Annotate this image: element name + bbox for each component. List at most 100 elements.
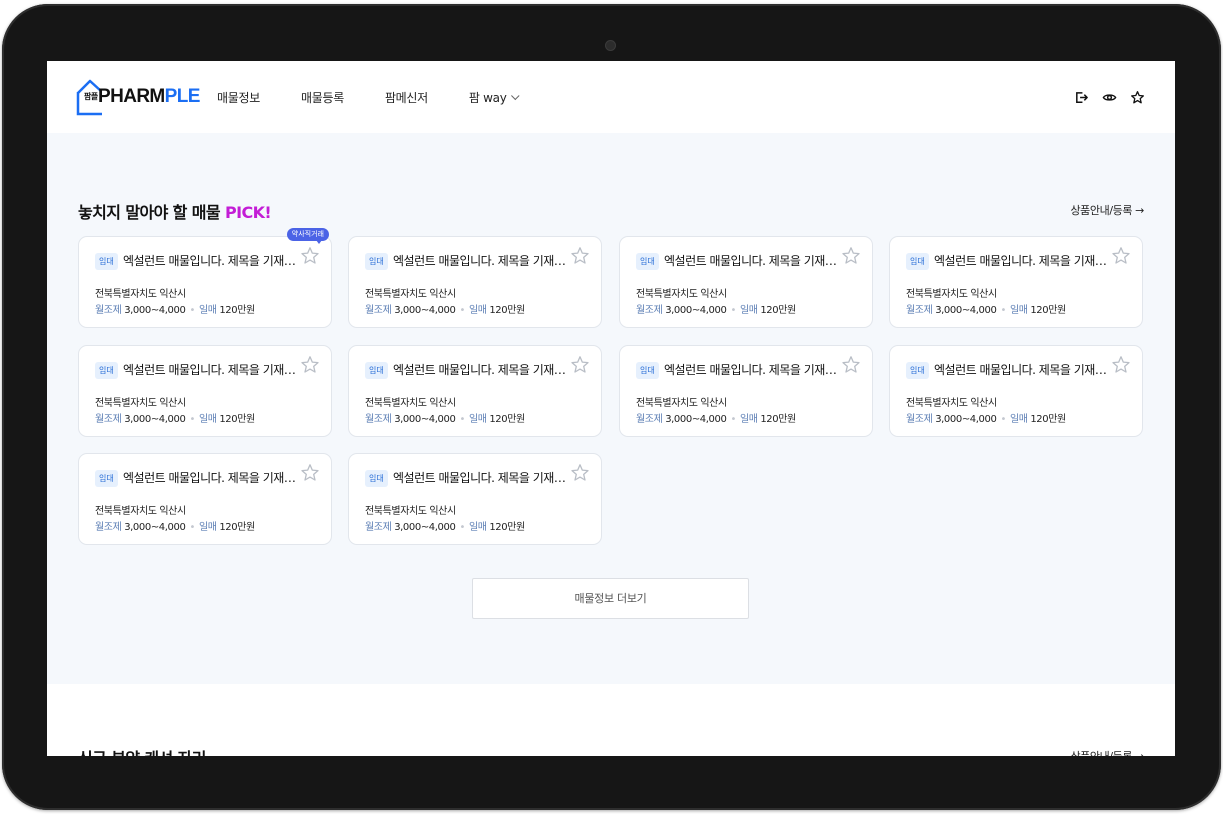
rent-value: 3,000~4,000 <box>394 522 456 533</box>
listing-title: 엑설런트 매물입니다. 제목을 기재해주세요 <box>123 254 299 268</box>
logout-icon[interactable] <box>1074 90 1089 105</box>
listing-card[interactable]: 임대 엑설런트 매물입니다. 제목을 기재해주세요전북특별자치도 익산시월조제 3… <box>889 236 1143 328</box>
favorite-star-icon[interactable] <box>1111 246 1131 266</box>
listing-location: 전북특별자치도 익산시 <box>95 289 186 300</box>
sale-label: 일매 <box>739 305 758 316</box>
main-nav: 매물정보 매물등록 팜메신저 팜 way <box>217 89 560 106</box>
listing-type-tag: 임대 <box>95 253 118 270</box>
favorite-star-icon[interactable] <box>841 355 861 375</box>
listing-card[interactable]: 임대 엑설런트 매물입니다. 제목을 기재해주세요전북특별자치도 익산시월조제 3… <box>348 236 602 328</box>
listing-title: 엑설런트 매물입니다. 제목을 기재해주세요 <box>664 254 840 268</box>
listing-price: 월조제 3,000~4,000 • 일매 120만원 <box>365 410 525 425</box>
listing-type-tag: 임대 <box>906 362 929 379</box>
listing-title: 엑설런트 매물입니다. 제목을 기재해주세요 <box>664 363 840 377</box>
sale-label: 일매 <box>198 414 217 425</box>
rent-label: 월조제 <box>365 414 392 425</box>
sale-value: 120만원 <box>1030 414 1066 425</box>
sale-label: 일매 <box>468 305 487 316</box>
nav-listings[interactable]: 매물정보 <box>217 89 260 106</box>
rent-label: 월조제 <box>636 414 663 425</box>
listing-type-tag: 임대 <box>636 253 659 270</box>
rent-label: 월조제 <box>365 522 392 533</box>
rent-label: 월조제 <box>636 305 663 316</box>
separator-dot: • <box>189 522 195 533</box>
listing-price: 월조제 3,000~4,000 • 일매 120만원 <box>365 301 525 316</box>
listing-price: 월조제 3,000~4,000 • 일매 120만원 <box>906 410 1066 425</box>
listing-card[interactable]: 임대 엑설런트 매물입니다. 제목을 기재해주세요전북특별자치도 익산시월조제 3… <box>78 228 332 328</box>
listing-title: 엑설런트 매물입니다. 제목을 기재해주세요 <box>393 363 569 377</box>
separator-dot: • <box>189 305 195 316</box>
listing-price: 월조제 3,000~4,000 • 일매 120만원 <box>365 518 525 533</box>
favorite-star-icon[interactable] <box>300 355 320 375</box>
listing-type-tag: 임대 <box>365 253 388 270</box>
header-actions <box>1074 90 1145 105</box>
rent-value: 3,000~4,000 <box>935 305 997 316</box>
listing-price: 월조제 3,000~4,000 • 일매 120만원 <box>636 301 796 316</box>
nav-pharm-way[interactable]: 팜 way <box>468 89 520 106</box>
sale-value: 120만원 <box>1030 305 1066 316</box>
listing-card[interactable]: 임대 엑설런트 매물입니다. 제목을 기재해주세요전북특별자치도 익산시월조제 3… <box>889 345 1143 437</box>
listing-type-tag: 임대 <box>95 362 118 379</box>
favorite-star-icon[interactable] <box>570 355 590 375</box>
listing-location: 전북특별자치도 익산시 <box>636 398 727 409</box>
listing-card[interactable]: 임대 엑설런트 매물입니다. 제목을 기재해주세요전북특별자치도 익산시월조제 3… <box>78 345 332 437</box>
listing-type-tag: 임대 <box>365 362 388 379</box>
sale-value: 120만원 <box>760 414 796 425</box>
sale-label: 일매 <box>1009 414 1028 425</box>
listing-title: 엑설런트 매물입니다. 제목을 기재해주세요 <box>123 471 299 485</box>
direct-deal-badge: 약사직거래 <box>286 228 329 244</box>
listing-card[interactable]: 임대 엑설런트 매물입니다. 제목을 기재해주세요전북특별자치도 익산시월조제 3… <box>619 345 873 437</box>
nav-register[interactable]: 매물등록 <box>301 89 344 106</box>
rent-value: 3,000~4,000 <box>394 305 456 316</box>
favorite-star-icon[interactable] <box>300 463 320 483</box>
favorite-star-icon[interactable] <box>1111 355 1131 375</box>
listing-card[interactable]: 임대 엑설런트 매물입니다. 제목을 기재해주세요전북특별자치도 익산시월조제 3… <box>348 453 602 545</box>
more-listings-button[interactable]: 매물정보 더보기 <box>472 578 749 619</box>
listing-card[interactable]: 임대 엑설런트 매물입니다. 제목을 기재해주세요전북특별자치도 익산시월조제 3… <box>348 345 602 437</box>
listing-title: 엑설런트 매물입니다. 제목을 기재해주세요 <box>393 471 569 485</box>
favorite-star-icon[interactable] <box>841 246 861 266</box>
star-icon[interactable] <box>1130 90 1145 105</box>
listing-location: 전북특별자치도 익산시 <box>906 289 997 300</box>
product-guide-link[interactable]: 상품안내/등록 → <box>1070 202 1144 218</box>
listing-price: 월조제 3,000~4,000 • 일매 120만원 <box>95 518 255 533</box>
nav-label: 팜 way <box>468 91 507 105</box>
sale-value: 120만원 <box>489 414 525 425</box>
sale-label: 일매 <box>198 522 217 533</box>
listing-type-tag: 임대 <box>365 470 388 487</box>
favorite-star-icon[interactable] <box>300 246 320 266</box>
nav-label: 매물등록 <box>300 91 344 105</box>
rent-label: 월조제 <box>95 522 122 533</box>
eye-icon[interactable] <box>1102 90 1117 105</box>
sale-value: 120만원 <box>760 305 796 316</box>
logo-wordmark: PHARMPLE <box>98 86 200 108</box>
separator-dot: • <box>730 414 736 425</box>
listing-card[interactable]: 임대 엑설런트 매물입니다. 제목을 기재해주세요전북특별자치도 익산시월조제 3… <box>619 236 873 328</box>
sale-value: 120만원 <box>219 305 255 316</box>
nav-messenger[interactable]: 팜메신저 <box>385 89 428 106</box>
rent-value: 3,000~4,000 <box>665 414 727 425</box>
favorite-star-icon[interactable] <box>570 246 590 266</box>
logo[interactable]: 팜플 PHARMPLE <box>76 77 200 117</box>
next-section-link[interactable]: 상품안내/등록 → <box>1070 748 1144 756</box>
rent-label: 월조제 <box>95 414 122 425</box>
favorite-star-icon[interactable] <box>570 463 590 483</box>
listing-card[interactable]: 임대 엑설런트 매물입니다. 제목을 기재해주세요전북특별자치도 익산시월조제 3… <box>78 453 332 545</box>
logo-korean-text: 팜플 <box>84 92 98 101</box>
rent-value: 3,000~4,000 <box>124 305 186 316</box>
logo-wordmark-accent: PLE <box>164 86 201 107</box>
rent-label: 월조제 <box>365 305 392 316</box>
listing-price: 월조제 3,000~4,000 • 일매 120만원 <box>95 301 255 316</box>
camera-dot <box>605 40 616 51</box>
listing-type-tag: 임대 <box>906 253 929 270</box>
rent-value: 3,000~4,000 <box>935 414 997 425</box>
rent-value: 3,000~4,000 <box>665 305 727 316</box>
rent-value: 3,000~4,000 <box>124 414 186 425</box>
listing-location: 전북특별자치도 익산시 <box>95 506 186 517</box>
sale-value: 120만원 <box>489 522 525 533</box>
section-title-accent: PICK! <box>224 203 272 222</box>
listing-location: 전북특별자치도 익산시 <box>365 289 456 300</box>
listing-location: 전북특별자치도 익산시 <box>95 398 186 409</box>
nav-label: 매물정보 <box>217 91 260 105</box>
separator-dot: • <box>459 522 465 533</box>
